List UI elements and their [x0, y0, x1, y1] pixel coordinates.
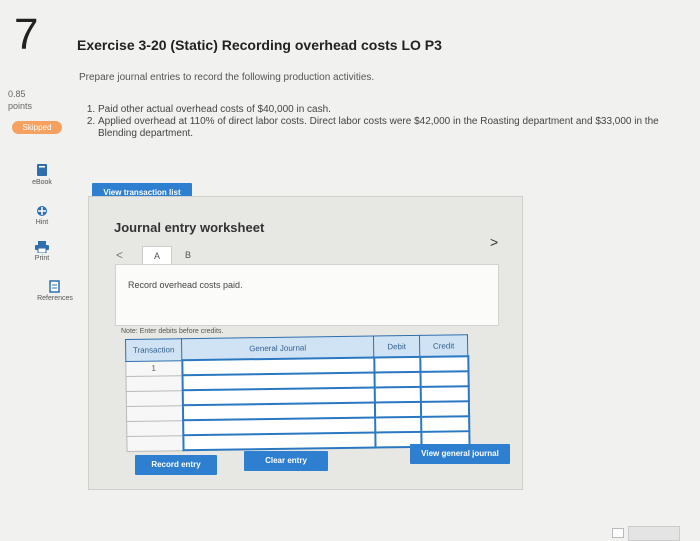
hint-tool[interactable]: Hint — [12, 205, 72, 226]
transaction-cell — [126, 435, 184, 451]
record-entry-button[interactable]: Record entry — [135, 455, 217, 475]
transaction-cell: 1 — [125, 360, 183, 376]
references-label: References — [37, 295, 73, 302]
points-label: points — [8, 101, 33, 111]
credit-input[interactable] — [420, 401, 469, 417]
question-number: 7 — [14, 10, 39, 59]
transaction-cell — [126, 375, 183, 391]
credit-input[interactable] — [420, 386, 469, 402]
grid-icon[interactable] — [612, 528, 624, 538]
debit-input[interactable] — [374, 386, 421, 403]
credit-input[interactable] — [419, 356, 468, 372]
references-icon — [49, 280, 60, 293]
debit-input[interactable] — [374, 416, 421, 433]
activity-item: Paid other actual overhead costs of $40,… — [98, 104, 691, 116]
column-header-debit: Debit — [373, 335, 420, 358]
activity-item: Applied overhead at 110% of direct labor… — [98, 116, 691, 140]
references-tool[interactable]: References — [25, 280, 85, 302]
entry-note: Note: Enter debits before credits. — [121, 328, 224, 335]
column-header-credit: Credit — [419, 334, 468, 357]
tab-b[interactable]: B — [176, 246, 200, 264]
credit-input[interactable] — [419, 371, 469, 387]
debit-input[interactable] — [373, 356, 420, 373]
tab-a[interactable]: A — [142, 246, 172, 265]
hint-label: Hint — [35, 219, 49, 226]
points-value: 0.85 — [8, 89, 26, 99]
transaction-cell — [126, 405, 183, 421]
entry-prompt: Record overhead costs paid. — [128, 280, 243, 290]
credit-input[interactable] — [420, 416, 469, 432]
exercise-title: Exercise 3-20 (Static) Recording overhea… — [77, 37, 442, 53]
ebook-tool[interactable]: eBook — [12, 163, 72, 186]
transaction-cell — [126, 420, 183, 436]
print-tool[interactable]: Print — [12, 241, 72, 262]
status-badge: Skipped — [12, 121, 62, 134]
column-header-general-journal: General Journal — [181, 336, 374, 361]
points-display: 0.85 points — [8, 88, 32, 112]
book-icon — [37, 164, 47, 176]
print-label: Print — [34, 255, 50, 262]
hint-icon — [37, 206, 47, 216]
next-arrow-icon[interactable]: > — [490, 234, 498, 250]
debit-input[interactable] — [374, 401, 421, 418]
print-icon — [35, 241, 49, 253]
clear-entry-button[interactable]: Clear entry — [244, 451, 328, 471]
ebook-label: eBook — [32, 179, 52, 186]
worksheet-title: Journal entry worksheet — [114, 220, 265, 235]
account-input[interactable] — [182, 432, 376, 451]
debit-input[interactable] — [373, 371, 421, 388]
view-general-journal-button[interactable]: View general journal — [410, 444, 510, 464]
transaction-cell — [126, 390, 183, 406]
journal-entry-table: Transaction General Journal Debit Credit… — [125, 334, 470, 452]
prev-arrow-icon[interactable]: < — [116, 248, 123, 262]
exercise-instruction: Prepare journal entries to record the fo… — [79, 72, 375, 83]
activity-list: Paid other actual overhead costs of $40,… — [86, 104, 691, 140]
column-header-transaction: Transaction — [125, 338, 182, 361]
prompt-box — [115, 264, 499, 326]
